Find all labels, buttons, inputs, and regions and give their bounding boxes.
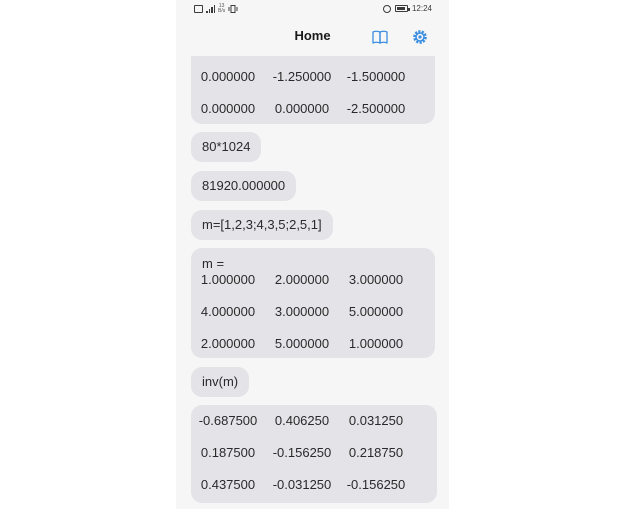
matrix-row: 2.000000 5.000000 1.000000 bbox=[191, 328, 435, 360]
matrix-row: 0.000000 -1.250000 -1.500000 bbox=[191, 61, 435, 93]
matrix-cell: 0.187500 bbox=[200, 445, 256, 460]
matrix-cell: 0.000000 bbox=[200, 69, 256, 84]
matrix-cell: 0.031250 bbox=[348, 413, 404, 428]
matrix-cell: 0.000000 bbox=[200, 101, 256, 116]
matrix-cell: 0.218750 bbox=[348, 445, 404, 460]
matrix-cell: 0.437500 bbox=[200, 477, 256, 492]
matrix-cell: -0.156250 bbox=[272, 445, 332, 460]
matrix-cell: -2.500000 bbox=[346, 101, 406, 116]
matrix-cell: 0.000000 bbox=[274, 101, 330, 116]
matrix-row: 0.187500 -0.156250 0.218750 bbox=[191, 437, 437, 469]
result-matrix-bubble: -0.687500 0.406250 0.031250 0.187500 -0.… bbox=[191, 405, 437, 503]
matrix-cell: 4.000000 bbox=[200, 304, 256, 319]
matrix-cell: -1.500000 bbox=[346, 69, 406, 84]
input-message-bubble[interactable]: m=[1,2,3;4,3,5;2,5,1] bbox=[191, 210, 333, 240]
matrix-cell: 2.000000 bbox=[274, 272, 330, 287]
matrix-row: 4.000000 3.000000 5.000000 bbox=[191, 296, 435, 328]
matrix-label: m = bbox=[202, 256, 225, 271]
matrix-cell: 5.000000 bbox=[348, 304, 404, 319]
matrix-row: 1.000000 2.000000 3.000000 bbox=[191, 264, 435, 296]
input-message-bubble[interactable]: 80*1024 bbox=[191, 132, 262, 162]
result-matrix-bubble: m = 1.000000 2.000000 3.000000 4.000000 … bbox=[191, 248, 435, 358]
chat-log: 0.000000 -1.250000 -1.500000 0.000000 0.… bbox=[191, 0, 441, 509]
matrix-cell: 5.000000 bbox=[274, 336, 330, 351]
matrix-cell: 3.000000 bbox=[348, 272, 404, 287]
matrix-cell: -1.250000 bbox=[272, 69, 332, 84]
matrix-cell: -0.031250 bbox=[272, 477, 332, 492]
result-message-bubble: 81920.000000 bbox=[191, 171, 297, 201]
matrix-row: 0.000000 0.000000 -2.500000 bbox=[191, 93, 435, 125]
matrix-cell: 2.000000 bbox=[200, 336, 256, 351]
input-message-bubble[interactable]: inv(m) bbox=[191, 367, 250, 397]
matrix-cell: 3.000000 bbox=[274, 304, 330, 319]
result-matrix-bubble: 0.000000 -1.250000 -1.500000 0.000000 0.… bbox=[191, 56, 435, 124]
matrix-row: -0.687500 0.406250 0.031250 bbox=[191, 405, 437, 437]
matrix-row: 0.437500 -0.031250 -0.156250 bbox=[191, 469, 437, 501]
matrix-cell: 1.000000 bbox=[348, 336, 404, 351]
matrix-cell: -0.687500 bbox=[198, 413, 258, 428]
matrix-cell: -0.156250 bbox=[346, 477, 406, 492]
phone-screen: 13 B/s 12:24 Home 0.000000 -1.250000 -1.… bbox=[176, 0, 449, 509]
matrix-cell: 0.406250 bbox=[274, 413, 330, 428]
